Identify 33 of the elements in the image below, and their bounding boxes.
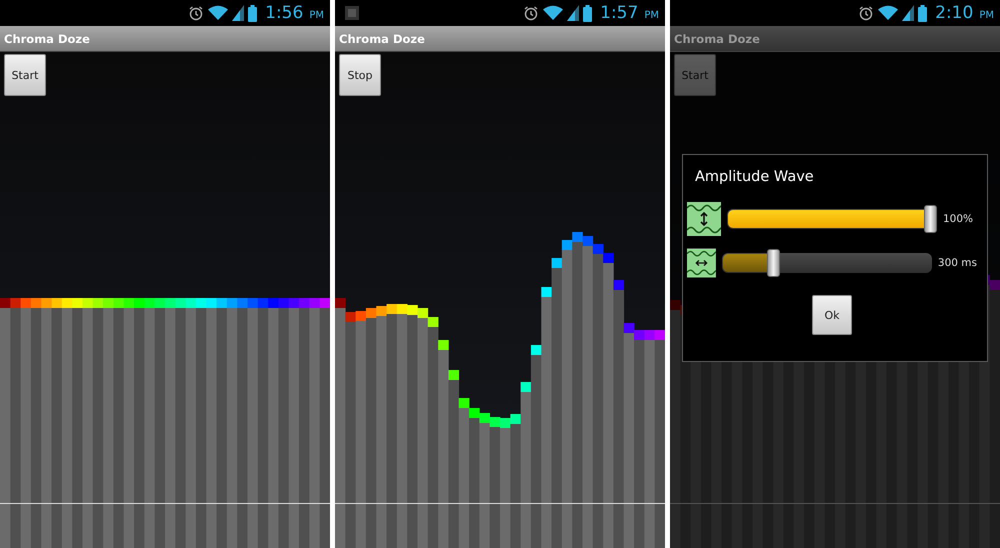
wifi-icon [208, 5, 228, 21]
clock-period: PM [309, 10, 324, 20]
ok-button[interactable]: Ok [812, 295, 852, 335]
horizontal-wave-icon [687, 246, 716, 280]
vertical-wave-icon [687, 202, 721, 236]
clock-time: 1:56 [265, 3, 304, 23]
wifi-icon [543, 5, 564, 21]
notification-icon [345, 6, 359, 20]
battery-icon [583, 4, 592, 22]
app-title: Chroma Doze [674, 32, 760, 46]
app-title: Chroma Doze [339, 32, 425, 46]
slider-reading: 100% [943, 213, 974, 225]
clock-period: PM [979, 10, 994, 20]
signal-icon [232, 5, 244, 21]
start-stop-button[interactable]: Stop [339, 54, 381, 96]
slider-reading: 300 ms [938, 257, 977, 269]
clock-time: 1:57 [600, 3, 638, 23]
clock-period: PM [644, 10, 659, 20]
alarm-clock-icon [858, 5, 874, 21]
signal-icon [902, 5, 914, 21]
alarm-clock-icon [523, 5, 540, 21]
battery-icon [918, 4, 928, 22]
slider-track[interactable] [722, 253, 932, 273]
app-title: Chroma Doze [4, 32, 90, 46]
battery-icon [248, 4, 258, 22]
wifi-icon [878, 5, 898, 21]
signal-icon [567, 5, 580, 21]
clock-time: 2:10 [935, 3, 974, 23]
dialog-title: Amplitude Wave [695, 169, 815, 185]
slider-thumb[interactable] [767, 249, 780, 277]
start-stop-button[interactable]: Start [4, 54, 46, 96]
slider-thumb[interactable] [924, 205, 937, 233]
alarm-clock-icon [188, 5, 204, 21]
